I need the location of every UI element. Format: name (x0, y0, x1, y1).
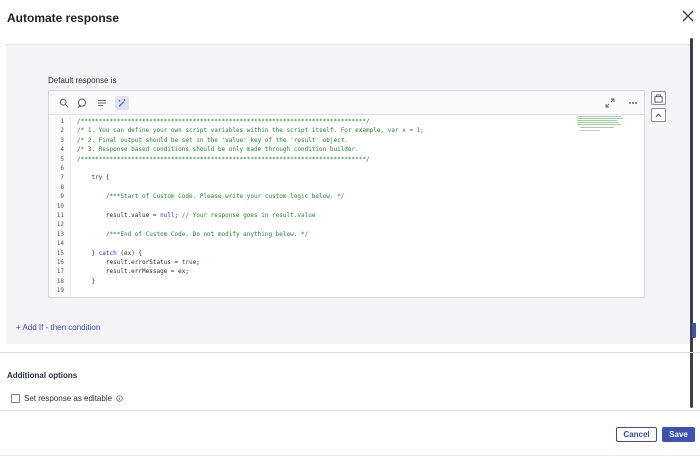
code-line[interactable]: /* 2. Final output should be set in the … (77, 136, 348, 145)
code-line[interactable]: /***************************************… (77, 117, 370, 126)
line-number: 8 (60, 183, 64, 191)
line-number-gutter: 1 2 3 4 5 6 7 8 9 10 11 12 13 14 15 16 17 18 19 (49, 117, 71, 297)
code-token: { (102, 174, 110, 182)
line-number: 2 (60, 127, 64, 135)
code-token: result.errMessage = ex; (77, 268, 189, 276)
code-line[interactable]: result.errorStatus = true; (77, 258, 200, 267)
line-number: 14 (56, 240, 64, 248)
code-line[interactable]: /***Start of Custom Code. Please write y… (77, 192, 344, 201)
code-token: /***Start of Custom Code. Please write y… (105, 193, 345, 201)
code-line[interactable]: } catch (ex) { (77, 249, 142, 258)
code-line[interactable]: /* 3. Response based conditions should b… (77, 145, 359, 154)
insert-icon (654, 93, 663, 103)
line-number: 18 (56, 277, 64, 285)
line-number: 15 (56, 249, 64, 257)
code-line[interactable]: result.value = null; // Your response go… (77, 211, 316, 220)
line-number: 1 (60, 118, 64, 125)
editor-minimap[interactable] (577, 115, 623, 135)
editor-toolbar (49, 91, 644, 115)
code-token: result.value = (77, 212, 161, 219)
dialog-title: Automate response (7, 11, 120, 25)
code-editor[interactable]: 1 2 3 4 5 6 7 8 9 10 11 12 13 14 15 16 17 18 19 /*********… (48, 90, 645, 298)
collapse-button[interactable] (651, 108, 666, 122)
footer-divider (0, 410, 700, 411)
line-number: 6 (60, 165, 64, 172)
line-number: 13 (56, 230, 64, 238)
format-icon[interactable] (95, 96, 108, 109)
code-token: // Your response goes in result.value (181, 212, 316, 219)
close-button[interactable] (681, 9, 697, 25)
code-line[interactable]: result.errMessage = ex; (77, 267, 189, 276)
editable-option-row: Set response as editable (11, 394, 123, 403)
code-token: true (181, 259, 197, 266)
line-number: 7 (60, 174, 64, 182)
code-line[interactable]: } (77, 277, 95, 286)
editable-checkbox[interactable] (11, 394, 20, 403)
insert-variable-button[interactable] (651, 91, 666, 105)
code-token: try (91, 174, 103, 182)
close-icon[interactable] (681, 9, 695, 23)
default-response-label: Default response is (48, 76, 117, 85)
code-line[interactable]: /***End of Custom Code. Do not modify an… (77, 230, 308, 239)
code-token: /***************************************… (77, 155, 370, 163)
code-line[interactable]: /* 1. You can define your own script var… (77, 126, 424, 135)
code-token: (ex) { (116, 249, 143, 257)
cancel-button[interactable]: Cancel (616, 427, 657, 442)
code-token: /* 2. Final output should be set in the … (77, 136, 348, 144)
code-token: /***End of Custom Code. Do not modify an… (105, 230, 309, 238)
expand-icon[interactable] (603, 96, 616, 109)
line-number: 17 (56, 268, 64, 276)
line-number: 11 (56, 212, 64, 219)
scroll-marker (692, 323, 696, 338)
editable-checkbox-label: Set response as editable (24, 394, 113, 403)
more-icon[interactable] (626, 96, 639, 109)
line-number: 4 (60, 146, 64, 154)
code-token: } (77, 277, 96, 285)
line-number: 19 (56, 287, 64, 295)
code-token: /* 1. You can define your own script var… (77, 127, 424, 135)
code-token: result.errorStatus = (77, 259, 182, 266)
line-number: 5 (60, 155, 64, 163)
code-token: ; (174, 212, 182, 219)
divider (0, 352, 700, 353)
code-token: /***************************************… (77, 118, 370, 125)
add-condition-link[interactable]: + Add If - then condition (16, 323, 100, 332)
code-line[interactable]: /***************************************… (77, 155, 370, 164)
code-token: } (77, 249, 99, 257)
info-icon[interactable] (116, 395, 123, 402)
save-button[interactable]: Save (662, 427, 695, 442)
line-number: 3 (60, 136, 64, 144)
additional-options-title: Additional options (7, 371, 78, 380)
search-icon[interactable] (57, 96, 70, 109)
comment-icon[interactable] (75, 96, 88, 109)
code-line[interactable]: try { (77, 173, 110, 182)
line-number: 10 (56, 202, 64, 210)
chevron-up-icon (655, 113, 662, 117)
bottom-divider (0, 455, 700, 456)
code-token: ; (196, 259, 200, 266)
code-token: null (160, 212, 175, 219)
magic-icon[interactable] (115, 96, 129, 110)
code-area[interactable]: /***************************************… (77, 117, 567, 297)
line-number: 12 (56, 221, 64, 229)
code-token: /* 3. Response based conditions should b… (77, 146, 359, 154)
line-number: 16 (56, 259, 64, 266)
code-token: catch (98, 249, 117, 257)
line-number: 9 (60, 193, 64, 201)
